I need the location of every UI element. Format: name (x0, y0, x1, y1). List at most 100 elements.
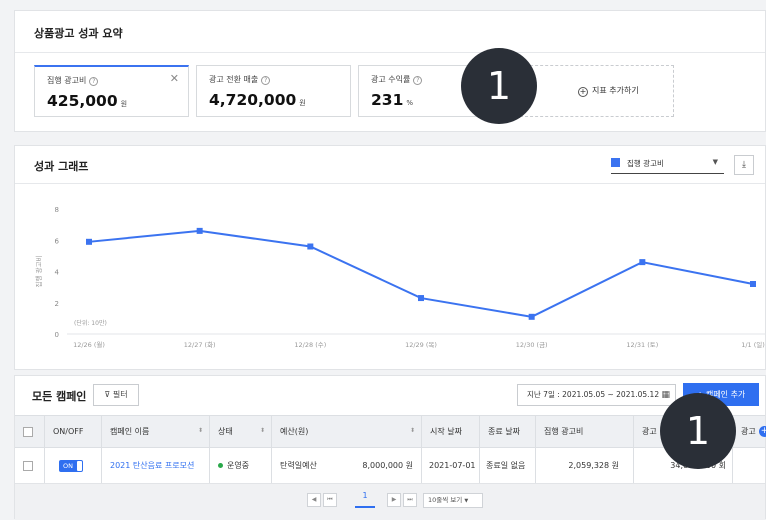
column-header-label: 시작 날짜 (430, 427, 462, 436)
status-dot-icon (218, 463, 223, 468)
metric-dropdown[interactable]: 집행 광고비 ▼ (611, 154, 724, 174)
data-point (86, 238, 92, 245)
series-color-swatch (611, 158, 620, 167)
download-button[interactable]: ⤓ (734, 155, 754, 175)
row-select-cell (15, 448, 45, 483)
start-date: 2021-07-01 (429, 461, 476, 470)
x-tick-label: 12/29 (목) (405, 341, 437, 349)
chevron-down-icon: ▼ (464, 498, 469, 504)
select-all-checkbox[interactable] (23, 426, 33, 437)
campaign-name-link[interactable]: 2021 탄산음료 프로모션 (102, 460, 194, 471)
y-tick-label: 6 (55, 237, 60, 245)
divider (15, 52, 765, 53)
series-line (88, 229, 754, 318)
add-metric-label: 지표 추가하기 (592, 86, 639, 95)
date-range-value: 지난 7일 : 2021.05.05 ~ 2021.05.12 (527, 390, 660, 399)
end-date-cell: 종료일 없음 (480, 448, 536, 483)
data-point (418, 295, 424, 302)
column-header-budget[interactable]: 예산(원) ⬍ (272, 416, 422, 447)
column-header-label: 상태 (218, 427, 233, 436)
budget-value: 8,000,000 원 (362, 461, 413, 470)
performance-graph-panel: 성과 그래프 집행 광고비 ▼ ⤓ 0 2 4 6 8 집행 광고비 (단위: 10만) 12… (14, 145, 766, 370)
column-header-label: 광고 (642, 427, 657, 436)
metric-card-unit: 원 (120, 100, 128, 108)
y-tick-label: 0 (55, 331, 59, 339)
help-icon[interactable]: ? (261, 76, 271, 85)
plus-circle-icon: + (578, 87, 588, 97)
x-tick-label: 12/26 (월) (73, 340, 105, 349)
sort-icon[interactable]: ⬍ (410, 427, 415, 434)
column-header-label: 예산(원) (280, 427, 309, 436)
spend-value: 2,059,328 원 (568, 461, 619, 470)
add-metric-button[interactable]: + 지표 추가하기 (520, 65, 674, 117)
prev-page-icon[interactable]: ◀ (307, 493, 321, 507)
add-column-icon[interactable]: + (759, 426, 766, 437)
graph-title: 성과 그래프 (34, 160, 89, 173)
budget-type: 탄력일예산 (280, 461, 317, 470)
campaigns-title: 모든 캠페인 (32, 390, 87, 403)
metric-card-unit: 원 (299, 99, 306, 107)
start-date-cell: 2021-07-01 (422, 448, 480, 483)
status-text: 운영중 (227, 461, 250, 470)
page-size-select[interactable]: 10줄씩 보기 ▼ (423, 493, 483, 508)
x-tick-label: 12/28 (수) (294, 341, 326, 349)
column-header-onoff[interactable]: ON/OFF (45, 416, 102, 447)
chevron-down-icon: ▼ (712, 158, 718, 166)
page-number-current[interactable]: 1 (355, 491, 375, 508)
data-point (639, 259, 646, 266)
x-tick-label: 12/27 (화) (184, 341, 216, 349)
first-page-icon[interactable]: ⏮ (323, 493, 337, 507)
x-tick-label: 1/1 (일) (741, 340, 765, 349)
help-icon[interactable]: ? (413, 76, 423, 85)
help-icon[interactable]: ? (89, 77, 99, 86)
filter-label: 필터 (112, 390, 128, 399)
column-header-status[interactable]: 상태 ⬍ (210, 416, 272, 447)
step-marker: 1 (660, 393, 736, 469)
calendar-icon: ▦ (661, 390, 670, 400)
sort-icon[interactable]: ⬍ (260, 427, 265, 434)
date-range-picker[interactable]: 지난 7일 : 2021.05.05 ~ 2021.05.12 ▦ (517, 384, 676, 406)
row-checkbox[interactable] (23, 460, 33, 471)
metric-dropdown-value: 집행 광고비 (627, 159, 664, 168)
column-header-name[interactable]: 캠페인 이름 ⬍ (102, 416, 210, 447)
step-marker: 1 (461, 48, 537, 124)
end-date: 종료일 없음 (486, 461, 526, 470)
metric-card-label: 광고 전환 매출 (209, 75, 259, 84)
budget-cell: 탄력일예산 8,000,000 원 (272, 448, 422, 483)
campaigns-panel: 모든 캠페인 ⊽ 필터 지난 7일 : 2021.05.05 ~ 2021.05… (14, 375, 766, 520)
filter-button[interactable]: ⊽ 필터 (93, 384, 139, 406)
spend-cell: 2,059,328 원 (536, 448, 634, 483)
close-icon[interactable]: ✕ (170, 72, 179, 85)
x-tick-label: 12/30 (금) (516, 341, 548, 349)
page-size-value: 10줄씩 보기 (428, 496, 463, 504)
campaign-toggle[interactable]: ON (59, 459, 83, 472)
table-row: ON 2021 탄산음료 프로모션 운영중 탄력일예산 8,000,000 원 2… (15, 448, 765, 484)
column-header-spend[interactable]: 집행 광고비 (536, 416, 634, 447)
column-header-label: 집행 광고비 (544, 427, 584, 436)
pagination: ◀ ⏮ 1 ▶ ⏭ 10줄씩 보기 ▼ (15, 484, 765, 520)
performance-summary-panel: 상품광고 성과 요약 집행 광고비? ✕ 425,000 원 광고 전환 매출? … (14, 10, 766, 132)
data-point (196, 227, 203, 234)
metric-card-conversion-sales[interactable]: 광고 전환 매출? 4,720,000 원 (196, 65, 351, 117)
metric-card-unit: % (406, 99, 414, 107)
sort-icon[interactable]: ⬍ (198, 427, 203, 434)
metric-card-label: 광고 수익률 (371, 75, 411, 84)
metric-card-value: 4,720,000 (209, 91, 297, 109)
extra-cell (733, 448, 766, 483)
data-point (528, 313, 535, 320)
performance-line-chart: 0 2 4 6 8 집행 광고비 (단위: 10만) 12/26 (월) 12/27 (화) 12… (34, 206, 766, 349)
campaign-table-header: ON/OFF 캠페인 이름 ⬍ 상태 ⬍ 예산(원) ⬍ 시작 날짜 종료 날짜 집행… (15, 415, 766, 448)
column-header-end-date[interactable]: 종료 날짜 (480, 416, 536, 447)
summary-title: 상품광고 성과 요약 (34, 27, 123, 40)
data-point (307, 243, 314, 250)
x-tick-label: 12/31 (토) (626, 341, 658, 349)
y-tick-label: 8 (55, 206, 59, 214)
unit-note: (단위: 10만) (74, 319, 107, 327)
data-point (750, 281, 756, 287)
column-header-start-date[interactable]: 시작 날짜 (422, 416, 480, 447)
last-page-icon[interactable]: ⏭ (403, 493, 417, 507)
next-page-icon[interactable]: ▶ (387, 493, 401, 507)
metric-card-ad-spend[interactable]: 집행 광고비? ✕ 425,000 원 (34, 65, 189, 117)
column-header-label: 종료 날짜 (488, 427, 520, 436)
metric-card-label: 집행 광고비 (47, 76, 87, 85)
